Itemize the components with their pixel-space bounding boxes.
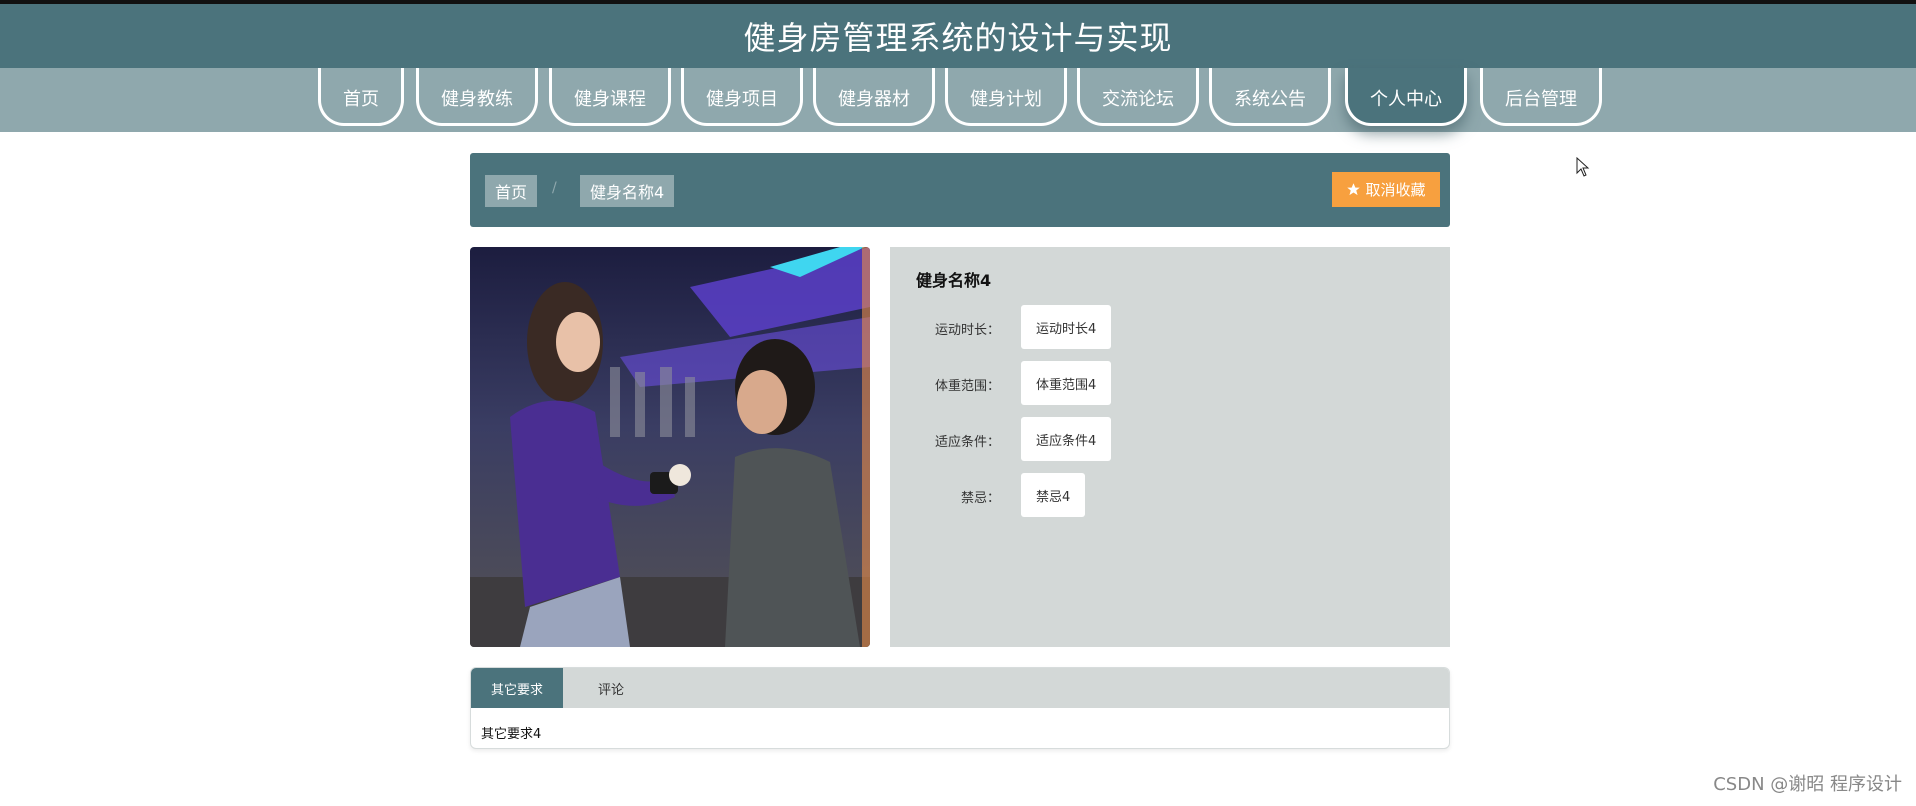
field-label-duration: 运动时长： xyxy=(934,323,1000,338)
tab-comments[interactable]: 评论 xyxy=(571,668,651,708)
main-nav: 首页 健身教练 健身课程 健身项目 健身器材 健身计划 交流论坛 系统公告 个人… xyxy=(0,68,1916,132)
breadcrumb-home[interactable]: 首页 xyxy=(485,175,538,207)
star-icon xyxy=(1347,183,1361,196)
field-value-taboo: 禁忌4 xyxy=(1021,473,1086,517)
breadcrumb-separator: / xyxy=(552,180,557,196)
nav-item-projects[interactable]: 健身项目 xyxy=(681,68,803,126)
app-title-bar: 健身房管理系统的设计与实现 xyxy=(0,0,1916,68)
field-label-weight-range: 体重范围： xyxy=(934,379,1000,394)
nav-item-admin[interactable]: 后台管理 xyxy=(1480,68,1602,126)
detail-panel: 健身名称4 运动时长： 运动时长4 体重范围： 体重范围4 适应条件： 适应条件… xyxy=(890,247,1450,647)
mouse-cursor-icon xyxy=(1576,157,1590,177)
tab-bar: 其它要求 评论 xyxy=(471,668,1449,708)
field-value-conditions: 适应条件4 xyxy=(1021,417,1112,461)
unfavorite-label: 取消收藏 xyxy=(1365,182,1426,199)
nav-item-home[interactable]: 首页 xyxy=(318,68,404,126)
breadcrumb-current: 健身名称4 xyxy=(580,175,675,207)
nav-item-personal-center[interactable]: 个人中心 xyxy=(1345,68,1467,126)
field-value-duration: 运动时长4 xyxy=(1021,305,1112,349)
field-label-conditions: 适应条件： xyxy=(934,435,1000,450)
detail-title: 健身名称4 xyxy=(916,271,992,290)
unfavorite-button[interactable]: 取消收藏 xyxy=(1332,172,1440,207)
nav-item-courses[interactable]: 健身课程 xyxy=(549,68,671,126)
watermark: CSDN @谢昭 程序设计 xyxy=(1713,774,1902,795)
nav-item-plans[interactable]: 健身计划 xyxy=(945,68,1067,126)
tab-content: 其它要求4 xyxy=(481,727,542,742)
field-label-taboo: 禁忌： xyxy=(960,491,1000,506)
nav-item-coaches[interactable]: 健身教练 xyxy=(416,68,538,126)
nav-item-forum[interactable]: 交流论坛 xyxy=(1077,68,1199,126)
nav-item-equipment[interactable]: 健身器材 xyxy=(813,68,935,126)
page-title: 健身房管理系统的设计与实现 xyxy=(743,19,1173,57)
breadcrumb: 首页 / 健身名称4 取消收藏 xyxy=(470,153,1450,227)
item-photo xyxy=(470,247,870,647)
nav-item-announcements[interactable]: 系统公告 xyxy=(1209,68,1331,126)
tab-other-requirements[interactable]: 其它要求 xyxy=(471,668,563,708)
field-value-weight-range: 体重范围4 xyxy=(1021,361,1112,405)
tabs-panel: 其它要求 评论 其它要求4 xyxy=(470,667,1450,749)
